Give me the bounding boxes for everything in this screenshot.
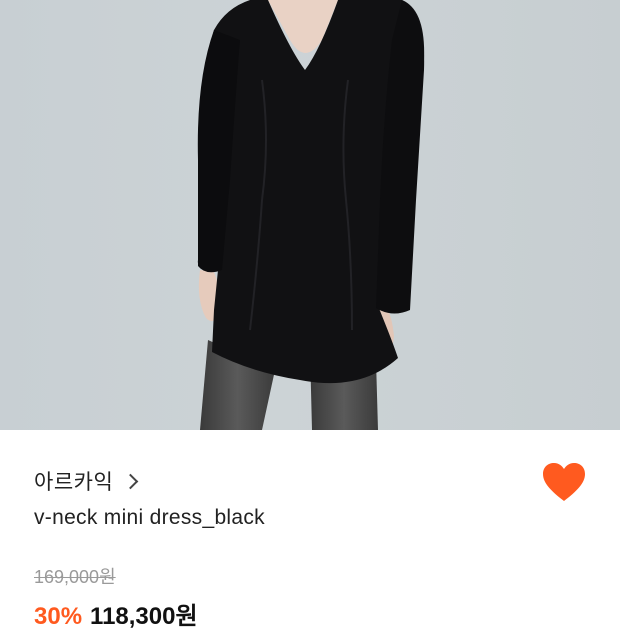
dress-photo — [197, 0, 425, 430]
brand-link[interactable]: 아르카익 — [34, 466, 139, 496]
product-title: v-neck mini dress_black — [34, 506, 265, 529]
original-price: 169,000원 — [34, 567, 116, 587]
product-image[interactable] — [0, 0, 620, 430]
chevron-right-icon — [123, 473, 139, 489]
price-row: 30% 118,300원 — [34, 596, 198, 631]
product-info-panel: 아르카익 v-neck mini dress_black 169,000원 30… — [0, 430, 620, 630]
heart-icon[interactable] — [543, 463, 585, 503]
sale-price: 118,300원 — [90, 603, 198, 630]
discount-rate: 30% — [34, 603, 83, 630]
brand-name: 아르카익 — [34, 471, 114, 494]
